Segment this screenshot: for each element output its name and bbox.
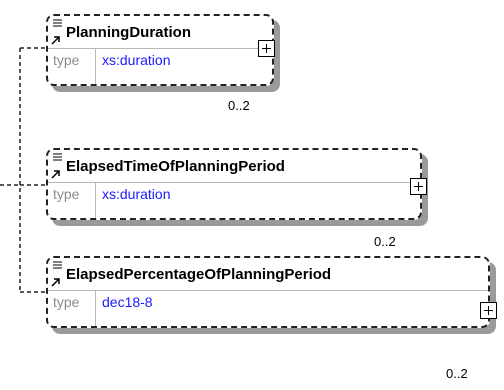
cardinality-label: 0..2 xyxy=(446,366,468,381)
element-node-planning-duration[interactable]: PlanningDuration type xs:duration 0..2 xyxy=(46,14,286,113)
element-box: ElapsedPercentageOfPlanningPeriod type d… xyxy=(46,256,490,328)
type-row: type xs:duration xyxy=(48,182,420,218)
element-name-row: ElapsedPercentageOfPlanningPeriod xyxy=(48,258,488,290)
type-label: type xyxy=(53,186,80,202)
element-name-row: ElapsedTimeOfPlanningPeriod xyxy=(48,150,420,182)
element-node-elapsed-time-of-planning-period[interactable]: ElapsedTimeOfPlanningPeriod type xs:dura… xyxy=(46,148,436,249)
element-box: ElapsedTimeOfPlanningPeriod type xs:dura… xyxy=(46,148,422,220)
cardinality-label: 0..2 xyxy=(374,234,396,249)
type-row: type dec18-8 xyxy=(48,290,488,326)
optional-element-icon xyxy=(51,170,60,179)
type-divider xyxy=(95,291,96,326)
type-value[interactable]: xs:duration xyxy=(102,52,170,68)
element-box: PlanningDuration type xs:duration xyxy=(46,14,274,86)
expand-icon[interactable] xyxy=(480,302,497,319)
type-value[interactable]: xs:duration xyxy=(102,186,170,202)
optional-element-icon xyxy=(51,278,60,287)
type-divider xyxy=(95,183,96,218)
element-name: PlanningDuration xyxy=(66,24,191,41)
type-label: type xyxy=(53,294,80,310)
documentation-icon xyxy=(53,153,62,161)
expand-icon[interactable] xyxy=(258,40,275,57)
type-divider xyxy=(95,49,96,84)
element-name-row: PlanningDuration xyxy=(48,16,272,48)
element-name: ElapsedPercentageOfPlanningPeriod xyxy=(66,266,332,283)
element-name: ElapsedTimeOfPlanningPeriod xyxy=(66,158,285,175)
element-node-elapsed-percentage-of-planning-period[interactable]: ElapsedPercentageOfPlanningPeriod type d… xyxy=(46,256,504,390)
type-label: type xyxy=(53,52,80,68)
cardinality-label: 0..2 xyxy=(228,98,250,113)
documentation-icon xyxy=(53,19,62,27)
expand-icon[interactable] xyxy=(410,178,427,195)
type-row: type xs:duration xyxy=(48,48,272,84)
type-value[interactable]: dec18-8 xyxy=(102,294,153,310)
documentation-icon xyxy=(53,261,62,269)
optional-element-icon xyxy=(51,36,60,45)
